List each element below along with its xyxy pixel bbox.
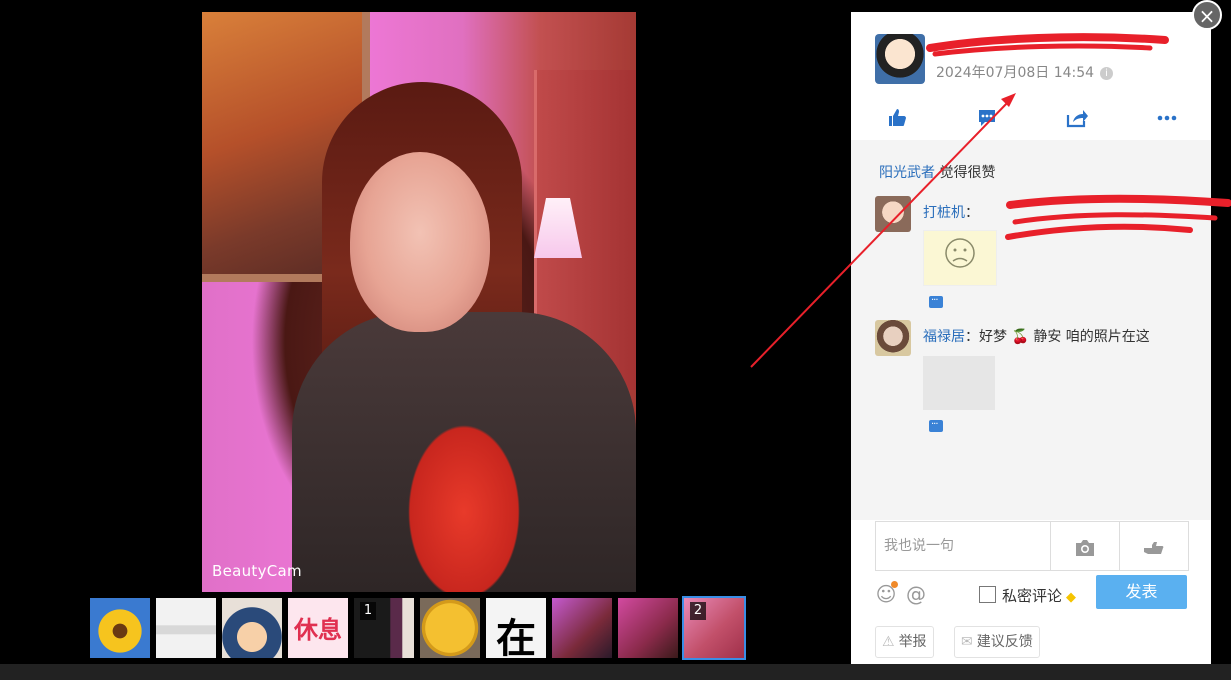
likes-suffix: 觉得很赞 [935, 165, 996, 181]
comment-icon[interactable] [975, 108, 999, 130]
thumbnail-cat[interactable] [156, 598, 216, 658]
liker-name[interactable]: 阳光武者 [879, 165, 935, 181]
thumbnail-yellow-face[interactable] [420, 598, 480, 658]
action-bar [851, 98, 1211, 141]
report-icon: ⚠ [882, 634, 895, 650]
comment-image[interactable] [923, 230, 997, 286]
thumbnail-sunflower[interactable] [90, 598, 150, 658]
thumbnail-badge: 2 [690, 602, 706, 620]
camera-icon[interactable] [1050, 522, 1119, 570]
post-header: 2024年07月08日 14:54 i [851, 12, 1211, 92]
thumbnail-dark-photo[interactable]: 1 [354, 598, 414, 658]
commenter-avatar[interactable] [875, 196, 911, 232]
cardigan [292, 312, 636, 592]
comment-image[interactable] [923, 356, 995, 410]
comment-input-box [875, 521, 1189, 571]
thumbnail-cartoon-face[interactable] [222, 598, 282, 658]
timestamp-text: 2024年07月08日 14:54 [936, 65, 1095, 81]
info-icon[interactable]: i [1100, 67, 1114, 80]
bottom-strip [0, 664, 1231, 680]
notification-dot [891, 581, 898, 588]
comment-body: ： [965, 205, 979, 221]
commenter-avatar[interactable] [875, 320, 911, 356]
poke-icon[interactable] [1119, 522, 1188, 570]
comment-input[interactable] [876, 522, 1056, 570]
private-label: 私密评论 [1002, 587, 1063, 605]
likes-line: 阳光武者 觉得很赞 [879, 162, 995, 182]
like-icon[interactable] [885, 108, 909, 130]
feedback-label: 建议反馈 [976, 634, 1033, 650]
mention-icon[interactable]: @ [905, 583, 927, 605]
submit-button[interactable]: 发表 [1096, 575, 1187, 609]
thumbnail-woman-selfie-2[interactable] [618, 598, 678, 658]
main-photo: BeautyCam [202, 12, 636, 592]
commenter-name[interactable]: 福禄居 [923, 329, 965, 345]
thumbnail-zai-char[interactable]: 在 [486, 598, 546, 658]
post-timestamp: 2024年07月08日 14:54 i [936, 62, 1114, 82]
thumbnail-zai-text: 在 [496, 616, 536, 658]
feedback-button[interactable]: ✉ 建议反馈 [954, 626, 1040, 658]
author-avatar[interactable] [875, 34, 925, 84]
comment-panel: 2024年07月08日 14:54 i 阳光武者 觉得很赞 打桩机： ... 福… [851, 12, 1211, 664]
thumbnail-badge: 1 [360, 602, 376, 620]
comment-body: ：好梦 🍒 静安 咱的照片在这 [965, 329, 1150, 345]
face [350, 152, 490, 332]
reply-icon[interactable] [929, 292, 943, 308]
more-icon[interactable] [1155, 108, 1179, 130]
private-comment-toggle[interactable]: 私密评论 ◆ [979, 585, 1076, 606]
report-label: 举报 [898, 634, 927, 650]
report-button[interactable]: ⚠ 举报 [875, 626, 934, 658]
photo-watermark: BeautyCam [212, 562, 302, 580]
feedback-icon: ✉ [961, 634, 973, 650]
share-icon[interactable] [1065, 108, 1089, 130]
thumbnail-rest-sign[interactable]: 休息 [288, 598, 348, 658]
thumbnail-woman-selfie-3[interactable]: 2 [684, 598, 744, 658]
close-icon[interactable]: × [1192, 0, 1222, 30]
comment-feed: 阳光武者 觉得很赞 打桩机： 福禄居：好梦 🍒 静安 咱的照片在这 [851, 140, 1211, 520]
vip-diamond-icon: ◆ [1066, 590, 1077, 605]
comment-text: 福禄居：好梦 🍒 静安 咱的照片在这 [923, 326, 1150, 346]
comment-text: 打桩机： [923, 202, 979, 222]
emoji-icon[interactable]: ☺ [875, 581, 898, 605]
reply-icon[interactable] [929, 416, 943, 432]
thumbnail-rest-text: 休息 [294, 616, 342, 644]
commenter-name[interactable]: 打桩机 [923, 205, 965, 221]
thumbnail-woman-selfie-1[interactable] [552, 598, 612, 658]
private-checkbox[interactable] [979, 586, 996, 603]
